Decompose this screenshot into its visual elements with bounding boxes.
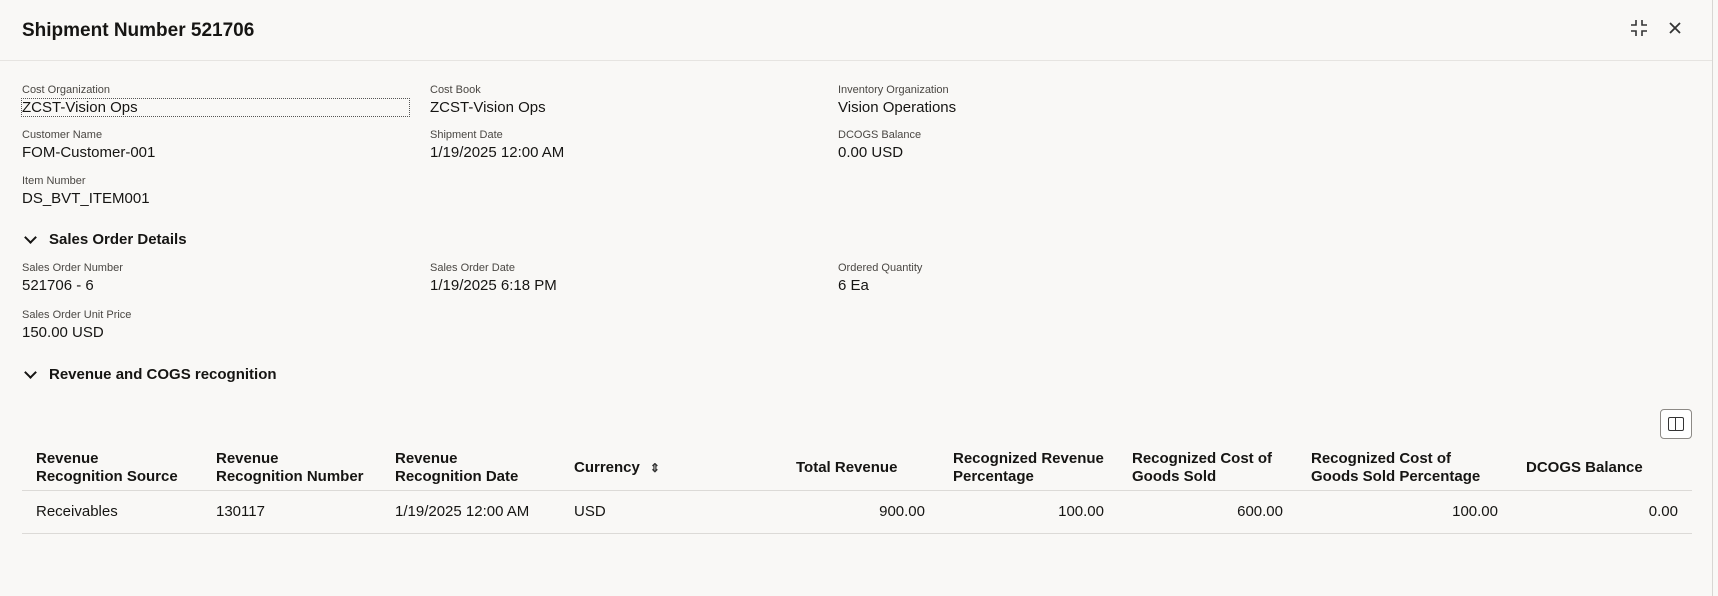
field-dcogs-balance: DCOGS Balance 0.00 USD (838, 129, 921, 161)
field-value: 0.00 USD (838, 144, 904, 161)
field-value: Vision Operations (838, 99, 957, 116)
field-value: 150.00 USD (22, 324, 104, 341)
column-header: Revenue Recognition Number (202, 447, 381, 491)
field-shipment-date: Shipment Date 1/19/2025 12:00 AM (430, 129, 564, 161)
cell-cogs: 600.00 (1118, 490, 1297, 534)
collapse-icon[interactable] (1630, 19, 1648, 37)
column-header: Recognized Revenue Percentage (939, 447, 1118, 491)
field-label: Sales Order Date (430, 262, 515, 274)
field-value: 6 Ea (838, 277, 869, 294)
sort-icon[interactable]: ⇕ (650, 461, 660, 475)
chevron-down-icon (24, 231, 37, 244)
field-value: 521706 - 6 (22, 277, 94, 294)
field-cost-organization: Cost Organization ZCST-Vision Ops (21, 84, 410, 117)
field-inventory-organization: Inventory Organization Vision Operations (838, 84, 956, 116)
field-label: Cost Organization (22, 84, 111, 96)
cell-cogs-percentage: 100.00 (1297, 490, 1512, 534)
dialog-header: Shipment Number 521706 (0, 0, 1712, 61)
field-value: 1/19/2025 6:18 PM (430, 277, 557, 294)
field-value[interactable]: ZCST-Vision Ops (21, 98, 410, 117)
field-label: Inventory Organization (838, 84, 949, 96)
field-value: 1/19/2025 12:00 AM (430, 144, 565, 161)
field-label: Ordered Quantity (838, 262, 923, 274)
field-ordered-quantity: Ordered Quantity 6 Ea (838, 262, 922, 294)
cell-source: Receivables (22, 490, 202, 534)
field-value: FOM-Customer-001 (22, 144, 156, 161)
field-value: DS_BVT_ITEM001 (22, 190, 150, 207)
section-title: Revenue and COGS recognition (49, 366, 277, 383)
cell-revenue-percentage: 100.00 (939, 490, 1118, 534)
sales-order-details-toggle[interactable]: Sales Order Details (22, 231, 187, 248)
table-header-row: Revenue Recognition Source Revenue Recog… (22, 447, 1692, 491)
field-label: Item Number (22, 175, 86, 187)
column-header: Revenue Recognition Source (22, 447, 202, 491)
revenue-cogs-toggle[interactable]: Revenue and COGS recognition (22, 366, 277, 383)
column-header: DCOGS Balance (1512, 447, 1692, 491)
close-icon[interactable] (1666, 19, 1684, 37)
field-label: Sales Order Unit Price (22, 309, 132, 321)
revenue-table: Revenue Recognition Source Revenue Recog… (22, 447, 1692, 534)
cell-dcogs-balance: 0.00 (1512, 490, 1692, 534)
manage-columns-button[interactable] (1660, 409, 1692, 439)
section-title: Sales Order Details (49, 231, 187, 248)
column-header-currency[interactable]: Currency ⇕ (560, 447, 760, 491)
table-row[interactable]: Receivables 130117 1/19/2025 12:00 AM US… (22, 490, 1692, 534)
field-sales-order-unit-price: Sales Order Unit Price 150.00 USD (22, 309, 131, 341)
field-sales-order-date: Sales Order Date 1/19/2025 6:18 PM (430, 262, 557, 294)
field-label: Customer Name (22, 129, 103, 141)
chevron-down-icon (24, 366, 37, 379)
field-value: ZCST-Vision Ops (430, 99, 546, 116)
column-header: Total Revenue (760, 447, 939, 491)
cell-currency: USD (560, 490, 760, 534)
field-item-number: Item Number DS_BVT_ITEM001 (22, 175, 150, 207)
cell-total-revenue: 900.00 (760, 490, 939, 534)
cell-number: 130117 (202, 490, 381, 534)
field-label: Sales Order Number (22, 262, 123, 274)
field-customer-name: Customer Name FOM-Customer-001 (22, 129, 155, 161)
cell-date: 1/19/2025 12:00 AM (381, 490, 560, 534)
field-sales-order-number: Sales Order Number 521706 - 6 (22, 262, 123, 294)
column-header: Recognized Cost of Goods Sold Percentage (1297, 447, 1512, 491)
field-label: DCOGS Balance (838, 129, 922, 141)
field-cost-book: Cost Book ZCST-Vision Ops (430, 84, 546, 116)
field-label: Shipment Date (430, 129, 503, 141)
column-header: Revenue Recognition Date (381, 447, 560, 491)
scrollbar[interactable] (1712, 0, 1713, 596)
field-label: Cost Book (430, 84, 481, 96)
columns-icon (1668, 417, 1684, 431)
page-title: Shipment Number 521706 (22, 20, 255, 41)
column-header-label: Currency (574, 459, 640, 477)
column-header: Recognized Cost of Goods Sold (1118, 447, 1297, 491)
